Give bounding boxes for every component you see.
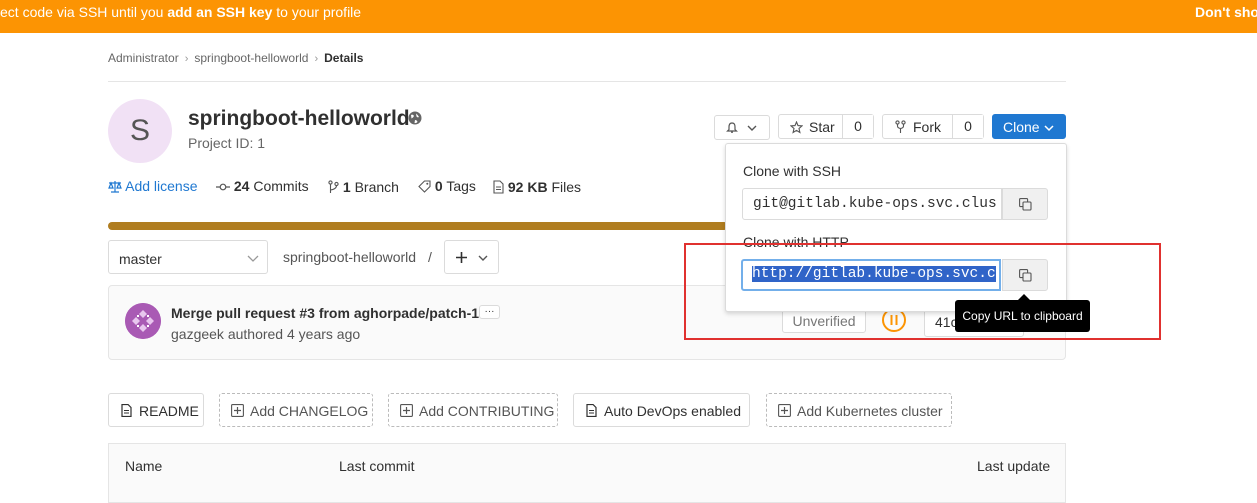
star-label: Star: [809, 119, 835, 135]
breadcrumb-current[interactable]: Details: [324, 51, 363, 65]
project-title: springboot-helloworld: [188, 107, 410, 130]
dont-show-again-link[interactable]: Don't sho: [1195, 4, 1257, 20]
breadcrumb-item-administrator[interactable]: Administrator: [108, 51, 179, 65]
ssh-key-banner: ect code via SSH until you add an SSH ke…: [0, 0, 1257, 33]
banner-message: ect code via SSH until you add an SSH ke…: [0, 4, 362, 20]
branches-link[interactable]: 1 Branch: [328, 178, 399, 195]
tag-icon: [418, 180, 431, 193]
notification-dropdown[interactable]: [714, 115, 770, 140]
commit-icon: [216, 183, 230, 191]
chevron-down-icon: [247, 255, 259, 262]
column-header-last-update: Last update: [977, 458, 1051, 474]
auto-devops-button[interactable]: Auto DevOps enabled: [573, 393, 750, 427]
clone-ssh-heading: Clone with SSH: [743, 163, 842, 179]
add-ssh-key-link[interactable]: add an SSH key: [167, 4, 272, 20]
add-changelog-button[interactable]: Add CHANGELOG: [219, 393, 373, 427]
globe-icon: [408, 111, 422, 125]
plus-icon: [456, 252, 467, 263]
clone-button[interactable]: Clone: [992, 114, 1066, 139]
branch-name: master: [119, 251, 162, 267]
repo-path: springboot-helloworld /: [283, 249, 432, 265]
branch-icon: [328, 180, 339, 193]
commit-author-line: gazgeek authored 4 years ago: [171, 326, 361, 342]
plus-square-icon: [778, 404, 791, 417]
add-license-link[interactable]: Add license: [108, 178, 198, 194]
files-link[interactable]: 92 KB Files: [493, 178, 581, 195]
file-icon: [493, 180, 504, 194]
add-kubernetes-cluster-button[interactable]: Add Kubernetes cluster: [766, 393, 952, 427]
breadcrumb-item-project[interactable]: springboot-helloworld: [194, 51, 308, 65]
star-button[interactable]: Star 0: [778, 114, 874, 139]
path-separator: /: [427, 249, 432, 265]
author-avatar[interactable]: [125, 303, 161, 339]
chevron-down-icon: [478, 255, 488, 261]
project-id: Project ID: 1: [188, 135, 266, 151]
chevron-down-icon: [1044, 125, 1054, 132]
add-contributing-button[interactable]: Add CONTRIBUTING: [388, 393, 558, 427]
fork-label: Fork: [913, 119, 941, 135]
clone-label: Clone: [1003, 119, 1040, 135]
star-icon: [790, 121, 803, 134]
file-icon: [121, 404, 132, 417]
chevron-right-icon: ›: [314, 53, 319, 65]
star-count[interactable]: 0: [842, 115, 873, 138]
chevron-right-icon: ›: [184, 53, 189, 65]
ssh-url-field[interactable]: git@gitlab.kube-ops.svc.clus: [742, 188, 1002, 220]
repository-languages-bar: [108, 222, 728, 230]
file-icon: [586, 404, 597, 417]
chevron-down-icon: [747, 125, 757, 131]
column-header-last-commit: Last commit: [339, 458, 415, 474]
commit-title-link[interactable]: Merge pull request #3 from aghorpade/pat…: [171, 305, 479, 321]
commits-link[interactable]: 24 Commits: [216, 178, 309, 194]
plus-square-icon: [400, 404, 413, 417]
copy-icon: [1019, 198, 1032, 211]
fork-count[interactable]: 0: [952, 115, 983, 138]
fork-icon: [895, 120, 906, 133]
path-project-link[interactable]: springboot-helloworld: [283, 249, 416, 265]
files-table: [108, 443, 1066, 503]
commit-expand-button[interactable]: ···: [479, 305, 500, 319]
bell-icon: [726, 122, 738, 133]
plus-square-icon: [231, 404, 244, 417]
add-new-file-dropdown[interactable]: [444, 240, 499, 274]
scale-icon: [108, 181, 122, 193]
divider: [108, 81, 1066, 82]
branch-selector[interactable]: master: [108, 240, 268, 274]
readme-button[interactable]: README: [108, 393, 204, 427]
highlight-annotation-box: [684, 243, 1161, 340]
column-header-name: Name: [125, 458, 163, 474]
breadcrumb: Administrator › springboot-helloworld › Deta…: [108, 51, 363, 65]
project-avatar: S: [108, 99, 172, 163]
fork-button[interactable]: Fork 0: [882, 114, 984, 139]
copy-ssh-url-button[interactable]: [1002, 188, 1048, 220]
tags-link[interactable]: 0 Tags: [418, 178, 476, 194]
